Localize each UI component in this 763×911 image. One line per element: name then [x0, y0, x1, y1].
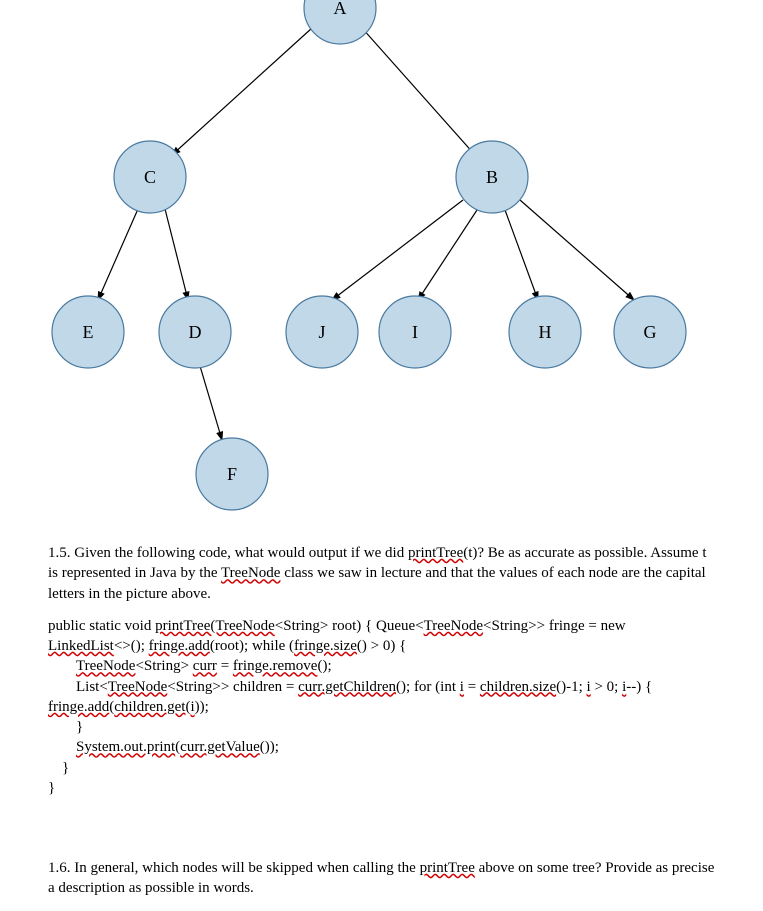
tree-diagram: A C B E D J I H G F [0, 0, 763, 530]
question-1-6: 1.6. In general, which nodes will be ski… [48, 858, 715, 899]
svg-text:I: I [412, 322, 418, 342]
svg-text:G: G [644, 322, 657, 342]
code-block: public static void printTree(TreeNode<St… [48, 616, 715, 798]
squiggle-TreeNode: TreeNode [221, 565, 280, 581]
node-G: G [614, 296, 686, 368]
node-D: D [159, 296, 231, 368]
svg-text:J: J [318, 322, 325, 342]
svg-text:H: H [539, 322, 552, 342]
node-B: B [456, 141, 528, 213]
svg-text:A: A [334, 0, 347, 18]
question-1-5: 1.5. Given the following code, what woul… [48, 543, 715, 604]
node-J: J [286, 296, 358, 368]
node-F: F [196, 438, 268, 510]
svg-text:E: E [83, 322, 94, 342]
svg-text:C: C [144, 167, 156, 187]
svg-text:F: F [227, 464, 237, 484]
node-E: E [52, 296, 124, 368]
svg-text:B: B [486, 167, 498, 187]
squiggle-printTree-2: printTree [420, 860, 475, 876]
node-H: H [509, 296, 581, 368]
squiggle-printTree: printTree [408, 545, 463, 561]
node-A: A [304, 0, 376, 44]
node-I: I [379, 296, 451, 368]
svg-text:D: D [189, 322, 202, 342]
node-C: C [114, 141, 186, 213]
